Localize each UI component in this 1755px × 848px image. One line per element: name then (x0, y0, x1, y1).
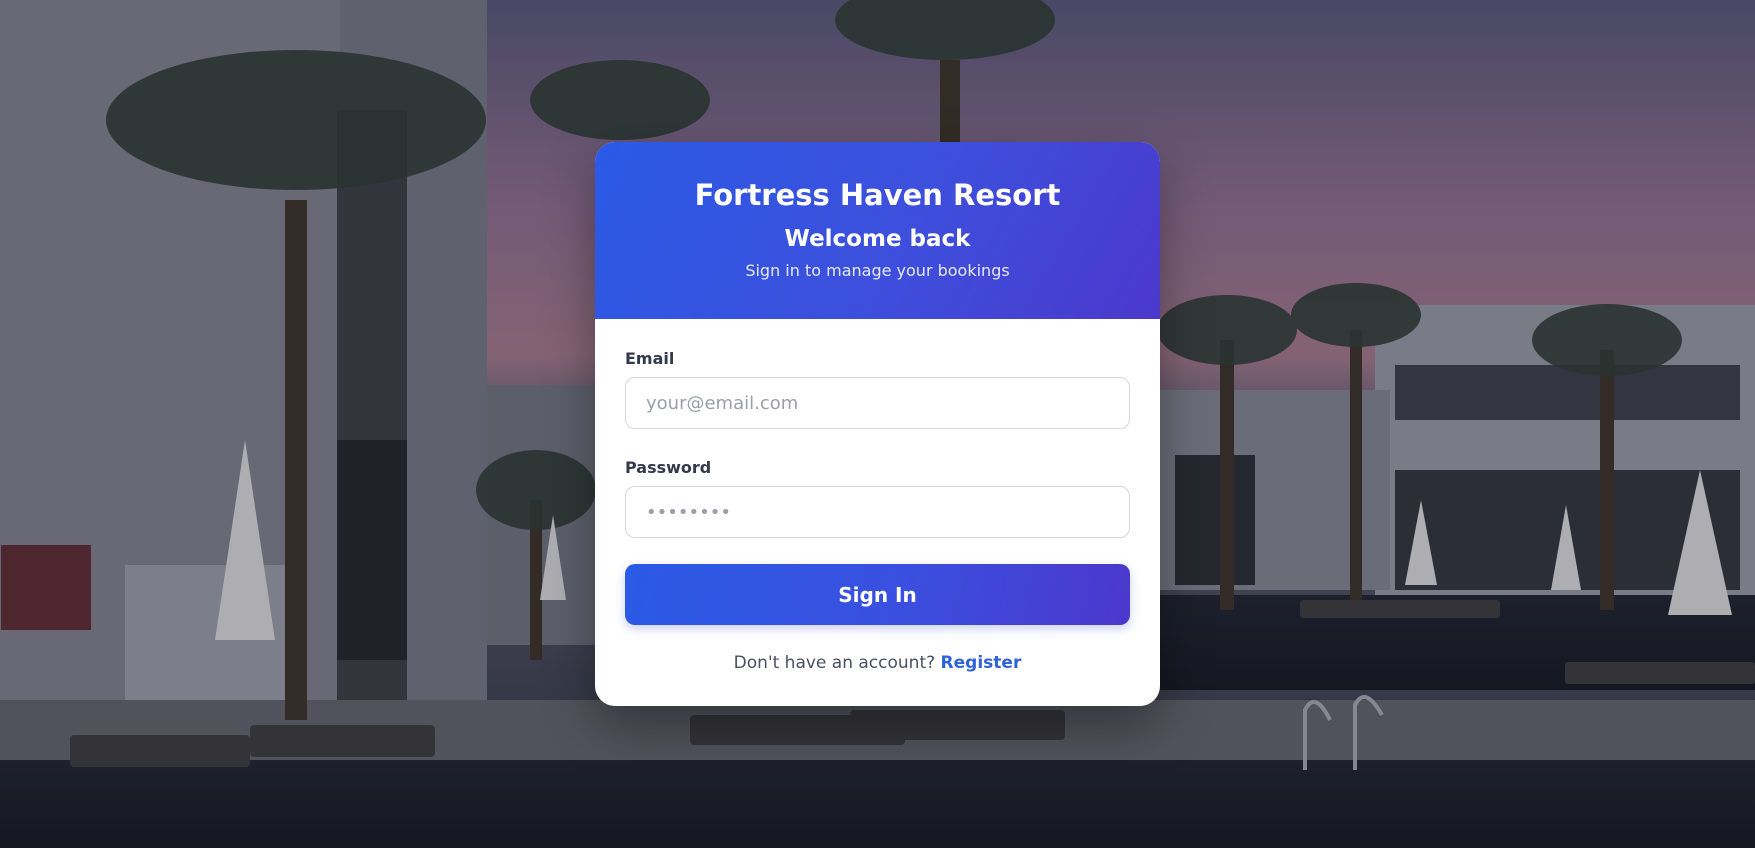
welcome-subtitle: Sign in to manage your bookings (745, 261, 1010, 280)
email-group: Email (625, 349, 1130, 429)
login-card: Fortress Haven Resort Welcome back Sign … (595, 142, 1160, 706)
email-input[interactable] (625, 377, 1130, 429)
resort-name: Fortress Haven Resort (694, 178, 1061, 212)
register-prompt: Don't have an account? Register (625, 653, 1130, 673)
password-input[interactable] (625, 486, 1130, 538)
welcome-heading: Welcome back (784, 226, 971, 252)
sign-in-button[interactable]: Sign In (625, 564, 1130, 625)
email-label: Email (625, 349, 675, 368)
card-header: Fortress Haven Resort Welcome back Sign … (595, 142, 1160, 319)
login-form: Email Password Sign In Don't have an acc… (595, 319, 1160, 673)
register-prompt-text: Don't have an account? (733, 653, 936, 673)
register-link[interactable]: Register (941, 653, 1022, 673)
password-group: Password (625, 458, 1130, 538)
password-label: Password (625, 458, 712, 477)
